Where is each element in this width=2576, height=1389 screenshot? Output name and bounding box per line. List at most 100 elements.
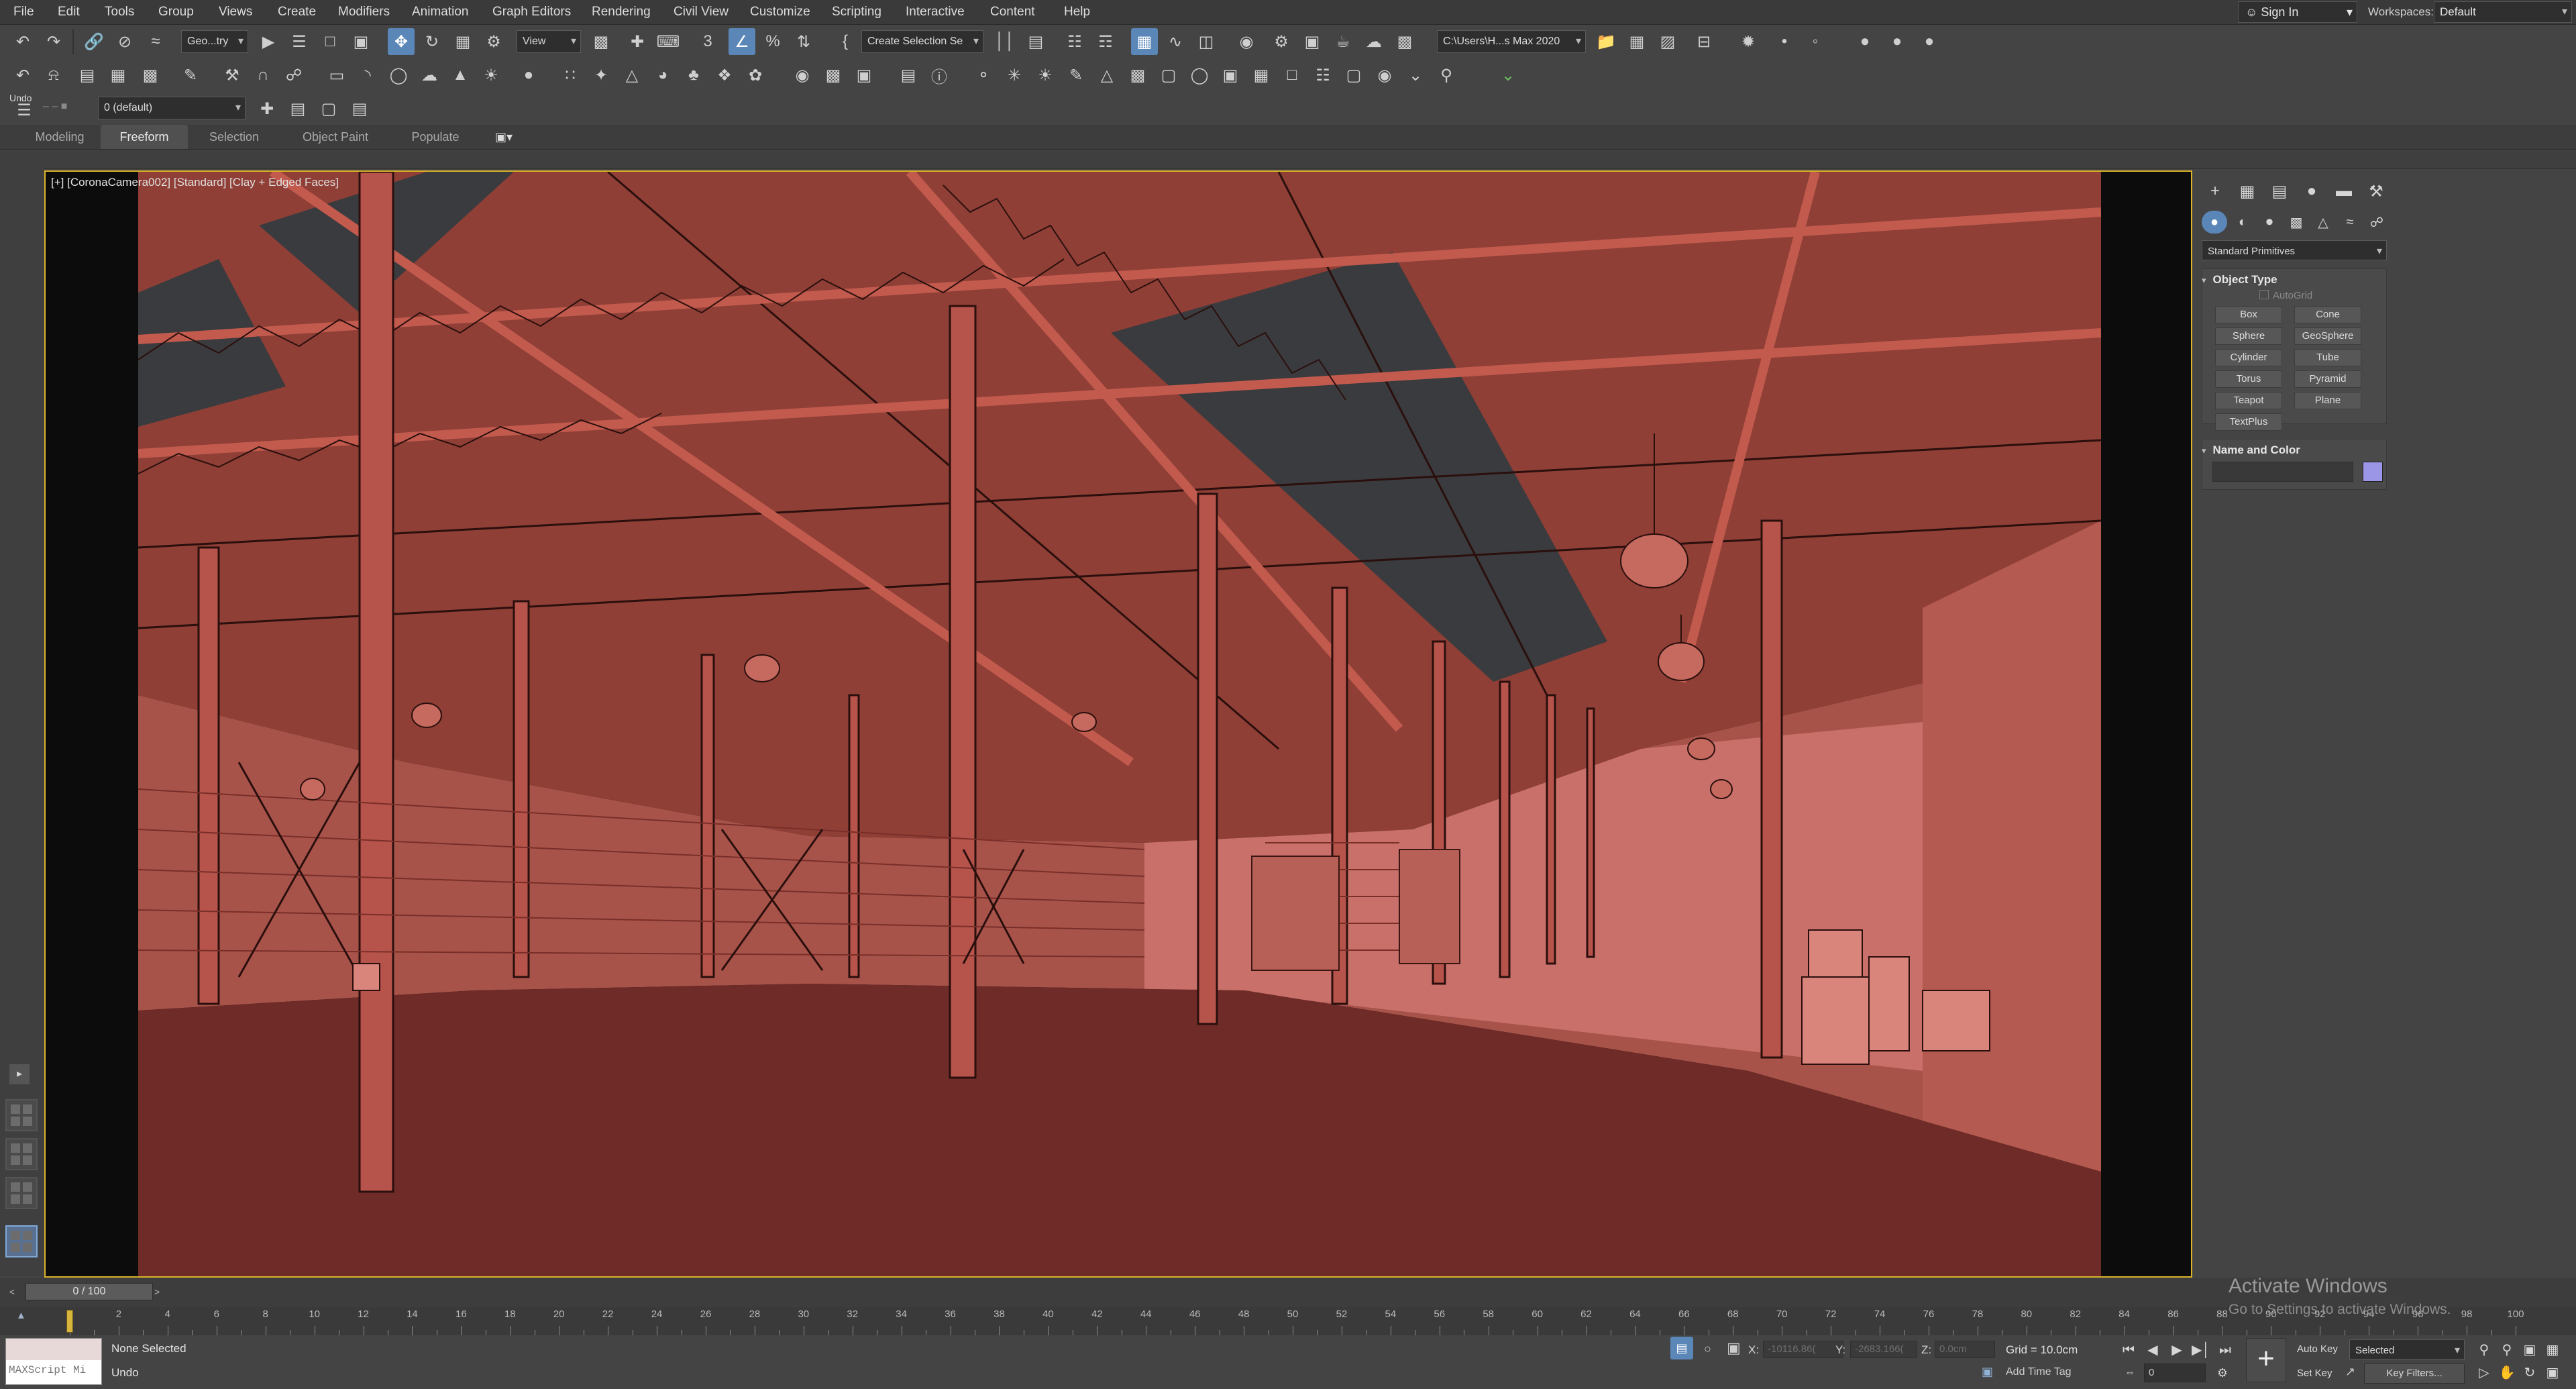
next-frame-icon[interactable]: ▶│ (2191, 1341, 2211, 1359)
corona-proxy-icon[interactable]: ● (515, 62, 542, 89)
shapes-icon[interactable]: ◐ (2230, 211, 2255, 234)
spinner-snap-icon[interactable]: ⇅ (790, 28, 817, 55)
orbit-icon[interactable]: ↻ (2520, 1364, 2540, 1382)
render-production-icon[interactable]: ☕ (1330, 28, 1356, 55)
utilities-tab-icon[interactable]: ⚒ (2363, 180, 2390, 203)
scatter-icon[interactable]: ∷ (557, 62, 584, 89)
key-mode-icon[interactable]: ▲ (16, 1310, 26, 1321)
circle-button-3-icon[interactable]: ● (1916, 28, 1943, 55)
teapot-button[interactable]: Teapot (2215, 392, 2282, 409)
set-project-icon[interactable]: ▨ (1654, 28, 1681, 55)
window-crossing-icon[interactable]: ▣ (347, 28, 374, 55)
portal-icon[interactable]: ▢ (1155, 62, 1182, 89)
corona-light-icon[interactable]: ◦ (1802, 28, 1829, 55)
menu-civil-view[interactable]: Civil View (674, 0, 729, 24)
zoom-all-icon[interactable]: ⚲ (2497, 1341, 2517, 1359)
corona-sun-icon[interactable]: ☀ (478, 62, 504, 89)
sphere-button[interactable]: Sphere (2215, 327, 2282, 345)
bitmap-icon[interactable]: ▣ (1217, 62, 1244, 89)
textplus-button[interactable]: TextPlus (2215, 413, 2282, 431)
menu-graph-editors[interactable]: Graph Editors (492, 0, 571, 24)
key-filter-icon[interactable]: ↗ (2345, 1365, 2355, 1379)
tab-freeform[interactable]: Freeform (101, 125, 188, 149)
zoom-icon[interactable]: ⚲ (2474, 1341, 2494, 1359)
add-time-tag[interactable]: Add Time Tag (2006, 1366, 2072, 1378)
project-folder-dropdown[interactable]: C:\Users\H...s Max 2020 (1437, 30, 1586, 53)
corona-cloud-icon[interactable]: ☁ (416, 62, 443, 89)
add-to-layer-icon[interactable]: ▤ (284, 95, 311, 122)
bind-space-warp-icon[interactable]: ≈ (142, 28, 169, 55)
modify-tab-icon[interactable]: ▦ (2234, 180, 2261, 203)
help-icon[interactable]: ⓘ (926, 62, 953, 89)
stack-icon[interactable]: ▤ (895, 62, 922, 89)
z-coordinate-field[interactable]: 0.0cm (1935, 1341, 1995, 1358)
undo-icon[interactable]: ↶ (9, 28, 36, 55)
track-bar[interactable]: ▲ 02468101214161820222426283032343638404… (0, 1307, 2576, 1336)
frame-icon[interactable]: □ (1279, 62, 1305, 89)
set-keys-icon[interactable]: + (2246, 1338, 2286, 1382)
open-project-icon[interactable]: 📁 (1593, 28, 1619, 55)
scene-explorer-icon[interactable]: ☷ (1061, 28, 1088, 55)
zoom-extents-all-icon[interactable]: ▦ (2542, 1341, 2563, 1359)
lasso-icon[interactable]: ⍾ (40, 62, 67, 89)
render-setup-icon[interactable]: ⚙ (1268, 28, 1295, 55)
environment-icon[interactable]: ▩ (1391, 28, 1418, 55)
isolate-selection-icon[interactable]: ▤ (1670, 1337, 1693, 1359)
display-tab-icon[interactable]: ▬ (2330, 180, 2357, 203)
previous-frame-icon[interactable]: ◀ (2143, 1341, 2163, 1359)
chevron-left-icon[interactable]: < (9, 1283, 24, 1300)
ies-light-icon[interactable]: △ (1093, 62, 1120, 89)
eye-icon[interactable]: ◉ (1371, 62, 1398, 89)
space-warps-icon[interactable]: ≈ (2337, 211, 2363, 234)
maxscript-listener[interactable]: MAXScript Mi (5, 1338, 102, 1385)
menu-views[interactable]: Views (219, 0, 252, 24)
time-tag-icon[interactable]: ▣ (1982, 1365, 1993, 1379)
named-selection-dropdown[interactable]: Create Selection Se (861, 30, 983, 53)
select-and-scale-icon[interactable]: ▦ (449, 28, 476, 55)
corona-dot-icon[interactable]: • (1771, 28, 1798, 55)
wire-icon[interactable]: △ (619, 62, 645, 89)
select-and-rotate-icon[interactable]: ↻ (419, 28, 445, 55)
time-config-icon[interactable]: ⚙ (2212, 1364, 2233, 1382)
play-icon[interactable]: ▶ (2167, 1341, 2187, 1359)
wrench-icon[interactable]: ⚒ (219, 62, 246, 89)
camera-viewport[interactable]: [+] [CoronaCamera002] [Standard] [Clay +… (44, 170, 2192, 1278)
link-icon[interactable]: 🔗 (80, 28, 107, 55)
chevron-down-green-icon[interactable]: ⌄ (1402, 62, 1429, 89)
paint-icon[interactable]: ✎ (177, 62, 204, 89)
pan-icon[interactable]: ✋ (2497, 1364, 2517, 1382)
menu-edit[interactable]: Edit (58, 0, 80, 24)
fabric-icon[interactable]: ✿ (742, 62, 769, 89)
globe-icon[interactable]: ◕ (649, 62, 676, 89)
layer-explorer-icon[interactable]: ☶ (1092, 28, 1119, 55)
menu-tools[interactable]: Tools (105, 0, 134, 24)
name-color-title[interactable]: Name and Color (2202, 440, 2300, 460)
toggle-ribbon-icon[interactable]: ▦ (1131, 28, 1158, 55)
align-icon[interactable]: ▤ (1022, 28, 1049, 55)
zoom-extents-icon[interactable]: ▣ (2520, 1341, 2540, 1359)
save-project-icon[interactable]: ▦ (1623, 28, 1650, 55)
cone-button[interactable]: Cone (2294, 306, 2361, 323)
set-key-button[interactable]: Set Key (2297, 1365, 2341, 1382)
current-frame-field[interactable]: 0 (2144, 1364, 2206, 1382)
corona-cone-icon[interactable]: ▲ (447, 62, 474, 89)
autogrid-checkbox[interactable]: AutoGrid (2259, 290, 2312, 301)
tab-object-paint[interactable]: Object Paint (288, 125, 382, 149)
key-selection-set-dropdown[interactable]: Selected (2349, 1339, 2465, 1359)
go-to-start-icon[interactable]: ⏮ (2118, 1341, 2139, 1359)
go-to-end-icon[interactable]: ⏭ (2215, 1341, 2235, 1359)
chevron-right-icon[interactable]: > (154, 1283, 169, 1300)
selection-filter-dropdown[interactable]: Geo...try (181, 30, 248, 53)
grid-icon[interactable]: ▩ (137, 62, 164, 89)
menu-animation[interactable]: Animation (412, 0, 469, 24)
geometry-icon[interactable]: ● (2202, 211, 2227, 234)
systems-icon[interactable]: ☍ (2364, 211, 2390, 234)
viewport-layout-3[interactable] (5, 1177, 38, 1209)
menu-scripting[interactable]: Scripting (832, 0, 881, 24)
torus-button[interactable]: Torus (2215, 370, 2282, 388)
corona-camera-icon[interactable]: ▭ (323, 62, 350, 89)
create-layer-icon[interactable]: ✚ (254, 95, 280, 122)
light-pen-icon[interactable]: ✎ (1063, 62, 1089, 89)
absolute-mode-icon[interactable]: ▣ (1727, 1339, 1741, 1357)
light-bulb-icon[interactable]: ⚬ (970, 62, 997, 89)
